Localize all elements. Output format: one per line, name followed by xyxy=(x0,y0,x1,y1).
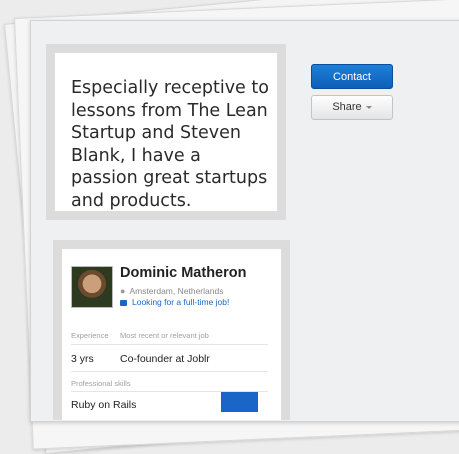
quote-text: Especially receptive to lessons from The… xyxy=(71,78,269,211)
experience-label: Experience xyxy=(71,331,109,340)
quote-card-inner: Especially receptive to lessons from The… xyxy=(55,53,277,211)
profile-card-inner: Dominic Matheron ● Amsterdam, Netherlands… xyxy=(62,249,281,420)
divider xyxy=(71,344,268,345)
profile-location-text: Amsterdam, Netherlands xyxy=(129,286,224,296)
avatar[interactable] xyxy=(71,266,113,308)
caret-down-icon xyxy=(365,105,372,109)
profile-job-status-text: Looking for a full-time job! xyxy=(132,297,230,307)
recent-job-value: Co-founder at Joblr xyxy=(120,353,210,365)
profile-location: ● Amsterdam, Netherlands xyxy=(120,286,223,296)
profile-job-status[interactable]: Looking for a full-time job! xyxy=(120,297,229,307)
experience-value: 3 yrs xyxy=(71,353,94,365)
share-button[interactable]: Share xyxy=(311,95,393,120)
skills-label: Professional skills xyxy=(71,379,131,388)
contact-button[interactable]: Contact xyxy=(311,64,393,89)
map-pin-icon: ● xyxy=(120,286,126,296)
share-button-label: Share xyxy=(332,101,362,113)
profile-card: Dominic Matheron ● Amsterdam, Netherlands… xyxy=(53,240,290,420)
skill-name: Ruby on Rails xyxy=(71,399,137,411)
recent-job-label: Most recent or relevant job xyxy=(120,331,209,340)
divider xyxy=(71,371,268,372)
skill-level-bar xyxy=(221,392,258,412)
quote-card: Especially receptive to lessons from The… xyxy=(46,44,286,220)
briefcase-icon xyxy=(120,300,127,306)
profile-name[interactable]: Dominic Matheron xyxy=(120,265,246,281)
